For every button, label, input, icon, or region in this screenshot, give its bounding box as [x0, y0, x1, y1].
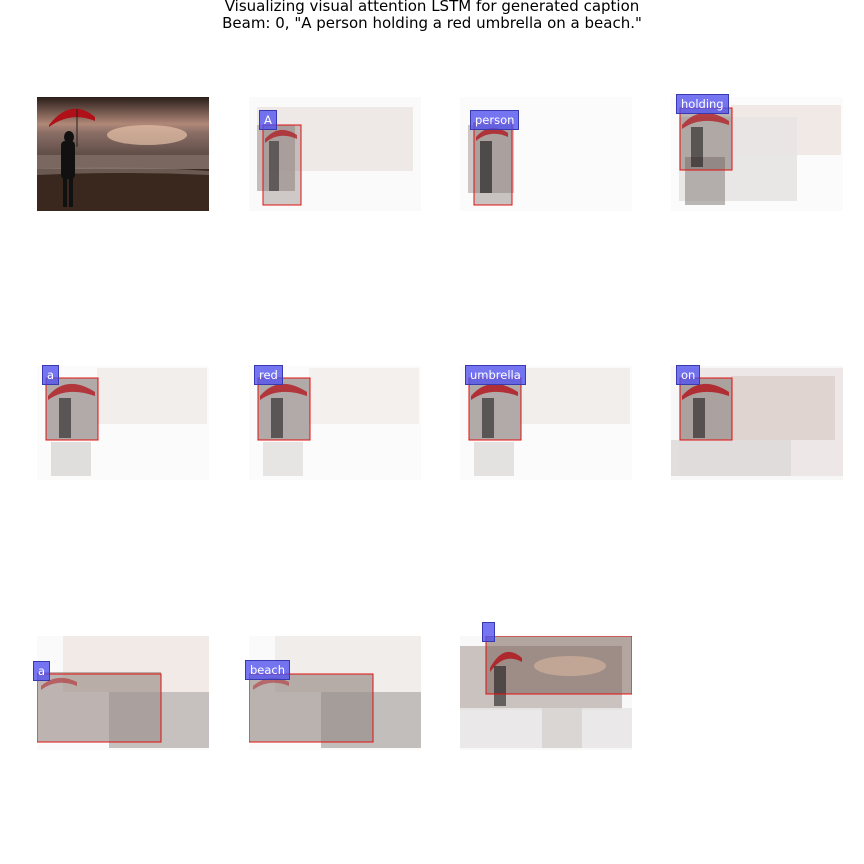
attention-panel: beach	[245, 636, 421, 750]
word-label: person	[470, 110, 520, 130]
attention-panel: a	[33, 636, 209, 750]
beach-photo	[37, 97, 209, 211]
attention-panel	[460, 622, 632, 750]
attention-map	[460, 636, 632, 750]
attention-map	[671, 97, 843, 211]
word-label: a	[42, 365, 60, 385]
attention-panel: holding	[671, 94, 843, 211]
attention-map	[37, 366, 209, 480]
panel-original-image	[37, 97, 209, 211]
attention-panel: umbrella	[460, 365, 632, 480]
attention-panel: on	[671, 365, 843, 480]
figure-title: Visualizing visual attention LSTM for ge…	[224, 0, 640, 15]
attention-panel: a	[37, 365, 209, 480]
word-label: beach	[245, 660, 291, 680]
word-label: A	[259, 110, 277, 130]
word-label: a	[33, 661, 51, 681]
word-label	[482, 622, 495, 642]
attention-panel: red	[249, 365, 421, 480]
word-label: holding	[676, 94, 729, 114]
figure-subtitle: Beam: 0, "A person holding a red umbrell…	[222, 14, 642, 32]
word-label: red	[254, 365, 283, 385]
word-label: on	[676, 365, 701, 385]
attention-map	[249, 636, 421, 750]
attention-map	[37, 636, 209, 750]
word-label: umbrella	[465, 365, 526, 385]
attention-panel: person	[460, 97, 632, 211]
attention-panel: A	[249, 97, 421, 211]
